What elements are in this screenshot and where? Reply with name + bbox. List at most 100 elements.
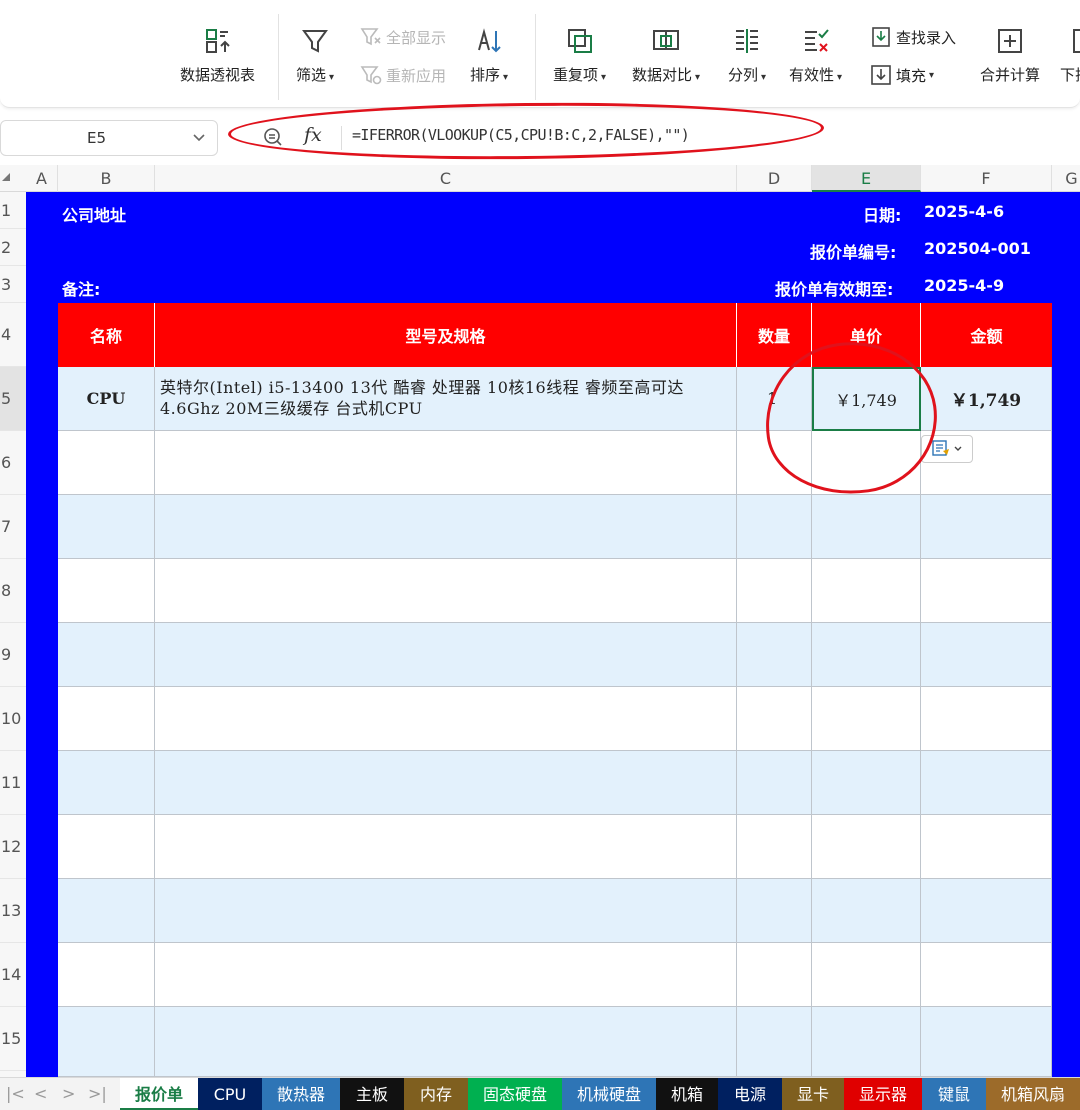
first-sheet-icon[interactable]: |< bbox=[6, 1084, 25, 1103]
cell-spec[interactable] bbox=[155, 751, 737, 815]
cell-amount[interactable] bbox=[921, 943, 1052, 1007]
header-amount[interactable]: 金额 bbox=[921, 303, 1052, 367]
compare-button[interactable]: 数据对比 ▾ bbox=[632, 26, 700, 85]
cell-name[interactable] bbox=[58, 879, 155, 943]
tab-psu[interactable]: 电源 bbox=[718, 1078, 782, 1110]
cell-qty[interactable] bbox=[737, 815, 812, 879]
cell-spec[interactable] bbox=[155, 559, 737, 623]
company-address[interactable]: 公司地址 bbox=[62, 202, 126, 226]
row-header[interactable]: 7 bbox=[0, 495, 26, 559]
cell-name[interactable] bbox=[58, 623, 155, 687]
cell-price[interactable] bbox=[812, 623, 921, 687]
quote-number-value[interactable]: 202504-001 bbox=[924, 239, 1031, 258]
cell-spec[interactable] bbox=[155, 623, 737, 687]
cell-qty[interactable] bbox=[737, 623, 812, 687]
find-entry-button[interactable]: 查找录入 bbox=[870, 26, 956, 48]
column-header-a[interactable]: A bbox=[26, 165, 58, 192]
tab-hdd[interactable]: 机械硬盘 bbox=[562, 1078, 656, 1110]
row-header[interactable]: 11 bbox=[0, 751, 26, 815]
row-header[interactable]: 4 bbox=[0, 303, 26, 367]
cell-name[interactable]: CPU bbox=[58, 367, 155, 431]
tab-cooler[interactable]: 散热器 bbox=[262, 1078, 340, 1110]
column-header-g[interactable]: G bbox=[1052, 165, 1080, 192]
row-header[interactable]: 6 bbox=[0, 431, 26, 495]
tab-cpu[interactable]: CPU bbox=[198, 1078, 262, 1110]
header-spec[interactable]: 型号及规格 bbox=[155, 303, 737, 367]
row-header[interactable]: 12 bbox=[0, 815, 26, 879]
column-header-d[interactable]: D bbox=[737, 165, 812, 192]
cell-spec[interactable]: 英特尔(Intel) i5-13400 13代 酷睿 处理器 10核16线程 睿… bbox=[155, 367, 737, 431]
cell-price[interactable] bbox=[812, 495, 921, 559]
cell-spec[interactable] bbox=[155, 879, 737, 943]
row-header[interactable]: 5 bbox=[0, 367, 26, 431]
filter-button[interactable]: 筛选 ▾ bbox=[296, 26, 334, 85]
cell-spec[interactable] bbox=[155, 687, 737, 751]
cell-amount[interactable] bbox=[921, 559, 1052, 623]
duplicates-button[interactable]: 重复项 ▾ bbox=[553, 26, 606, 85]
date-value[interactable]: 2025-4-6 bbox=[924, 202, 1004, 221]
consolidate-button[interactable]: 合并计算 bbox=[980, 26, 1040, 85]
next-sheet-icon[interactable]: > bbox=[62, 1084, 75, 1103]
cell-price[interactable] bbox=[812, 815, 921, 879]
tab-memory[interactable]: 内存 bbox=[404, 1078, 468, 1110]
row-header[interactable]: 1 bbox=[0, 192, 26, 229]
split-column-button[interactable]: 分列 ▾ bbox=[728, 26, 766, 85]
cell-price[interactable] bbox=[812, 1007, 921, 1077]
row-header[interactable]: 2 bbox=[0, 229, 26, 266]
cell-price[interactable] bbox=[812, 943, 921, 1007]
row-header[interactable]: 14 bbox=[0, 943, 26, 1007]
cell-spec[interactable] bbox=[155, 943, 737, 1007]
cell-price[interactable] bbox=[812, 879, 921, 943]
column-header-c[interactable]: C bbox=[155, 165, 737, 192]
tab-ssd[interactable]: 固态硬盘 bbox=[468, 1078, 562, 1110]
cell-price[interactable] bbox=[812, 687, 921, 751]
cell-qty[interactable] bbox=[737, 1007, 812, 1077]
cell-name[interactable] bbox=[58, 559, 155, 623]
cell-qty[interactable] bbox=[737, 687, 812, 751]
column-header-f[interactable]: F bbox=[921, 165, 1052, 192]
cell-name[interactable] bbox=[58, 815, 155, 879]
cell-qty[interactable] bbox=[737, 559, 812, 623]
last-sheet-icon[interactable]: >| bbox=[88, 1084, 107, 1103]
cell-amount[interactable] bbox=[921, 815, 1052, 879]
cell-amount[interactable] bbox=[921, 1007, 1052, 1077]
cell-amount[interactable] bbox=[921, 623, 1052, 687]
tab-case-fan[interactable]: 机箱风扇 bbox=[986, 1078, 1080, 1110]
show-all-button[interactable]: 全部显示 bbox=[360, 26, 446, 48]
cell-amount[interactable] bbox=[921, 751, 1052, 815]
tab-case[interactable]: 机箱 bbox=[656, 1078, 718, 1110]
row-header[interactable]: 8 bbox=[0, 559, 26, 623]
cell-qty[interactable] bbox=[737, 495, 812, 559]
reapply-button[interactable]: 重新应用 bbox=[360, 64, 446, 86]
cell-name[interactable] bbox=[58, 751, 155, 815]
row-header[interactable]: 15 bbox=[0, 1007, 26, 1071]
column-header-b[interactable]: B bbox=[58, 165, 155, 192]
pivot-table-button[interactable]: 数据透视表 bbox=[180, 26, 255, 85]
validity-button[interactable]: 有效性 ▾ bbox=[789, 26, 842, 85]
cell-spec[interactable] bbox=[155, 815, 737, 879]
valid-until-value[interactable]: 2025-4-9 bbox=[924, 276, 1004, 295]
cell-qty[interactable] bbox=[737, 879, 812, 943]
fill-button[interactable]: 填充 ▾ bbox=[870, 64, 934, 86]
cell-name[interactable] bbox=[58, 431, 155, 495]
cell-name[interactable] bbox=[58, 687, 155, 751]
cell-name[interactable] bbox=[58, 943, 155, 1007]
cell-price[interactable] bbox=[812, 559, 921, 623]
cell-amount[interactable] bbox=[921, 687, 1052, 751]
cell-amount[interactable]: ￥1,749 bbox=[921, 367, 1052, 431]
cell-name[interactable] bbox=[58, 1007, 155, 1077]
cell-qty[interactable] bbox=[737, 751, 812, 815]
row-header[interactable]: 10 bbox=[0, 687, 26, 751]
tab-gpu[interactable]: 显卡 bbox=[782, 1078, 844, 1110]
cell-spec[interactable] bbox=[155, 1007, 737, 1077]
select-all-corner[interactable] bbox=[2, 173, 10, 181]
sort-button[interactable]: 排序 ▾ bbox=[470, 26, 508, 85]
tab-keyboard-mouse[interactable]: 键鼠 bbox=[922, 1078, 986, 1110]
cell-amount[interactable] bbox=[921, 495, 1052, 559]
cell-name[interactable] bbox=[58, 495, 155, 559]
row-header[interactable]: 3 bbox=[0, 266, 26, 303]
cell-spec[interactable] bbox=[155, 431, 737, 495]
chevron-down-icon[interactable] bbox=[191, 129, 207, 145]
dropdown-list-button[interactable]: 下拉 bbox=[1060, 26, 1080, 85]
prev-sheet-icon[interactable]: < bbox=[34, 1084, 47, 1103]
